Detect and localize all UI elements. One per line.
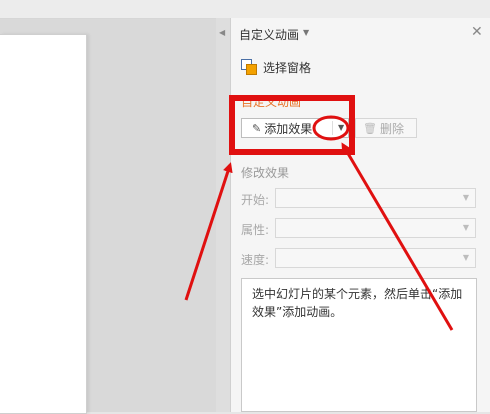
chevron-down-icon: ▼	[462, 253, 469, 262]
button-divider	[332, 121, 333, 135]
select-pane-label: 选择窗格	[263, 60, 312, 75]
add-effect-button[interactable]: ✎ 添加效果 ▼	[241, 118, 349, 138]
delete-label: 删除	[379, 121, 404, 136]
property-field: 属性: ▼	[241, 218, 477, 238]
custom-animation-panel: 自定义动画 ▼ ✕ 选择窗格 自定义动画 ✎ 添加效果 ▼ 🗑 删除 修改效果 …	[230, 18, 490, 412]
start-label: 开始:	[241, 193, 270, 207]
trash-icon: 🗑	[363, 121, 377, 135]
animation-list[interactable]: 选中幻灯片的某个元素，然后单击“添加效果”添加动画。	[241, 278, 477, 412]
pen-icon: ✎	[252, 121, 262, 135]
chevron-down-icon: ▼	[462, 193, 469, 202]
speed-select[interactable]: ▼	[275, 248, 476, 268]
select-pane-icon	[241, 59, 257, 75]
speed-field: 速度: ▼	[241, 248, 477, 268]
start-field: 开始: ▼	[241, 188, 477, 208]
close-icon[interactable]: ✕	[471, 24, 483, 40]
top-bar	[0, 0, 490, 18]
select-pane-button[interactable]: 选择窗格	[241, 58, 311, 76]
property-select[interactable]: ▼	[275, 218, 476, 238]
property-label: 属性:	[241, 223, 270, 237]
chevron-down-icon[interactable]: ▼	[338, 123, 344, 132]
speed-label: 速度:	[241, 253, 270, 267]
section-label: 自定义动画	[241, 95, 302, 109]
triangle-left-icon[interactable]: ◀	[219, 28, 225, 37]
panel-splitter[interactable]: ◀	[216, 18, 230, 412]
slide-page[interactable]	[0, 34, 87, 414]
chevron-down-icon: ▼	[462, 223, 469, 232]
delete-button[interactable]: 🗑 删除	[355, 118, 417, 138]
add-effect-label: 添加效果	[264, 121, 313, 136]
chevron-down-icon[interactable]: ▼	[303, 28, 309, 37]
modify-effect-label: 修改效果	[241, 166, 290, 180]
start-select[interactable]: ▼	[275, 188, 476, 208]
panel-title[interactable]: 自定义动画	[239, 26, 299, 43]
